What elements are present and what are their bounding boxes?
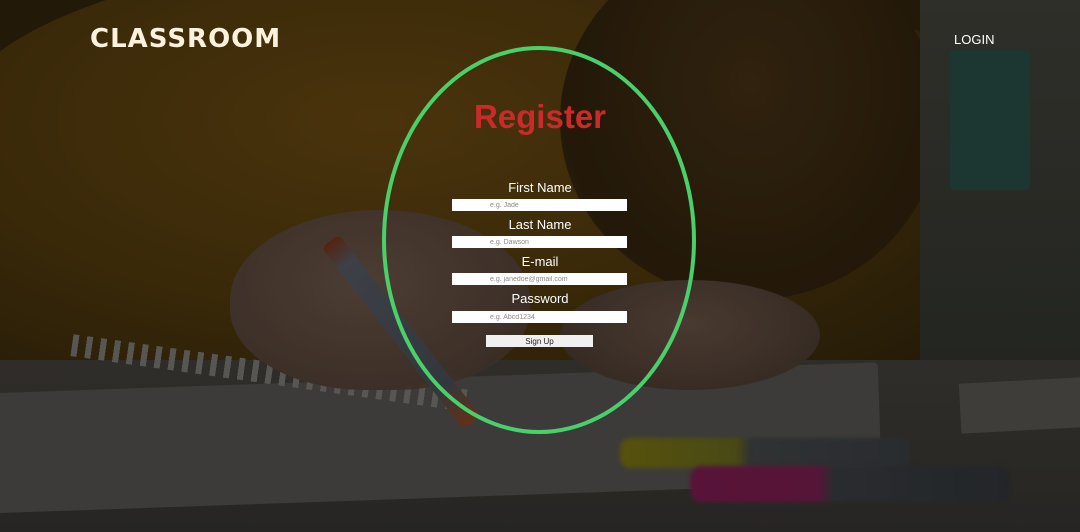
first-name-input[interactable] — [452, 199, 627, 211]
login-link[interactable]: LOGIN — [954, 32, 994, 47]
first-name-label: First Name — [508, 180, 572, 195]
password-input[interactable] — [452, 311, 627, 323]
register-title: Register — [473, 98, 607, 135]
last-name-label: Last Name — [508, 217, 572, 232]
sign-up-button[interactable]: Sign Up — [486, 335, 593, 347]
email-input[interactable] — [452, 273, 627, 285]
email-label: E-mail — [521, 254, 559, 269]
password-label: Password — [511, 291, 569, 306]
site-logo[interactable]: CLASSROOM — [90, 24, 281, 54]
last-name-input[interactable] — [452, 236, 627, 248]
